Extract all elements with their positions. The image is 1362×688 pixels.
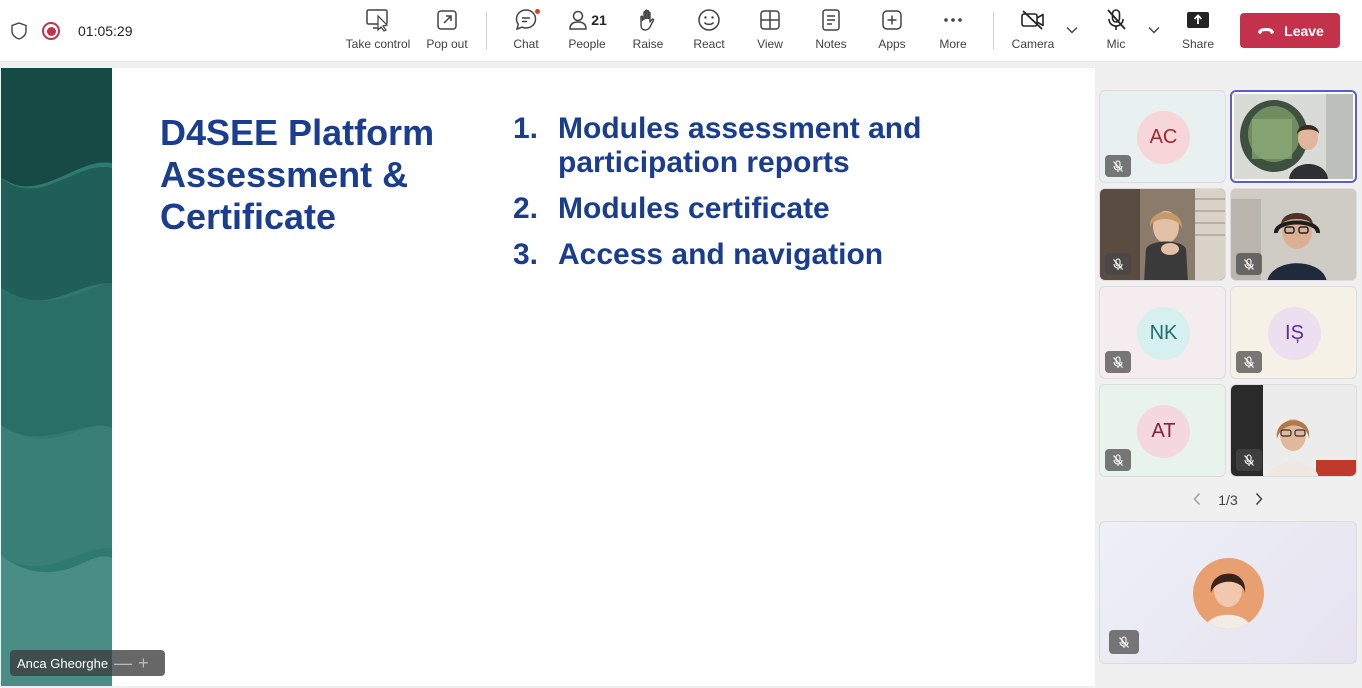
notes-button[interactable]: Notes	[798, 6, 864, 56]
self-view-tile[interactable]	[1099, 521, 1357, 664]
slide-agenda-list: 1. Modules assessment and participation …	[513, 112, 938, 284]
more-icon	[942, 6, 964, 34]
mic-off-icon	[1236, 351, 1262, 373]
gallery-pagination: 1/3	[1192, 490, 1264, 510]
pop-out-icon	[436, 6, 458, 34]
avatar: NK	[1137, 307, 1190, 360]
apps-button[interactable]: Apps	[859, 6, 925, 56]
participant-tile-active-speaker[interactable]	[1230, 90, 1357, 183]
camera-button[interactable]: Camera	[1000, 6, 1066, 56]
add-app-icon	[881, 6, 903, 34]
meeting-timer: 01:05:29	[78, 23, 133, 39]
people-icon	[569, 10, 587, 30]
share-icon	[1186, 6, 1210, 34]
avatar: AC	[1137, 111, 1190, 164]
avatar: AT	[1137, 405, 1190, 458]
meeting-status: 01:05:29	[10, 18, 133, 44]
slide-list-item: 3. Access and navigation	[513, 238, 884, 271]
mic-off-icon	[1105, 253, 1131, 275]
mic-button[interactable]: Mic	[1083, 6, 1149, 56]
participant-video	[1234, 94, 1353, 179]
mic-off-icon	[1105, 155, 1131, 177]
toolbar-divider	[993, 12, 994, 50]
people-count: 21	[591, 12, 607, 28]
slide-title-line: Certificate	[160, 196, 337, 237]
mic-off-icon	[1105, 351, 1131, 373]
mic-off-icon	[1105, 6, 1127, 34]
people-icon-wrap: 21	[567, 6, 607, 34]
mic-off-icon	[1236, 449, 1262, 471]
more-button[interactable]: More	[920, 6, 986, 56]
chat-button[interactable]: Chat	[493, 6, 559, 56]
slide-title: D4SEE Platform Assessment & Certificate	[160, 112, 434, 238]
people-button[interactable]: 21 People	[554, 6, 620, 56]
shared-content-stage: D4SEE Platform Assessment & Certificate …	[1, 68, 1095, 686]
camera-options-chevron-icon[interactable]	[1064, 22, 1080, 38]
mic-off-icon	[1109, 630, 1139, 654]
zoom-out-button[interactable]: —	[114, 653, 132, 674]
share-button[interactable]: Share	[1165, 6, 1231, 56]
mic-off-icon	[1105, 449, 1131, 471]
chevron-left-icon[interactable]	[1192, 492, 1202, 509]
toolbar-divider	[486, 12, 487, 50]
mic-off-icon	[1236, 253, 1262, 275]
slide-decorative-band	[1, 68, 112, 686]
grid-icon	[759, 6, 781, 34]
participant-tile[interactable]: NK	[1099, 286, 1226, 379]
take-control-button[interactable]: Take control	[345, 6, 411, 56]
avatar: IȘ	[1268, 307, 1321, 360]
mic-options-chevron-icon[interactable]	[1146, 22, 1162, 38]
chat-unread-badge	[534, 8, 541, 15]
chevron-right-icon[interactable]	[1254, 492, 1264, 509]
notes-icon	[821, 6, 841, 34]
slide-list-item: 1. Modules assessment and participation …	[513, 112, 922, 179]
participant-tile[interactable]: AT	[1099, 384, 1226, 477]
react-button[interactable]: React	[676, 6, 742, 56]
chat-icon	[514, 6, 541, 34]
zoom-in-button[interactable]: +	[138, 653, 149, 674]
meeting-toolbar: 01:05:29 Take control Pop out Chat 21 Pe…	[0, 0, 1362, 62]
recording-icon	[42, 22, 60, 40]
self-avatar	[1193, 558, 1264, 629]
page-indicator: 1/3	[1218, 492, 1238, 508]
raise-hand-button[interactable]: Raise	[615, 6, 681, 56]
presenter-name-tag: Anca Gheorghe — +	[10, 650, 165, 676]
participant-tile[interactable]	[1099, 188, 1226, 281]
smiley-icon	[697, 6, 721, 34]
take-control-icon	[365, 6, 391, 34]
shield-icon[interactable]	[10, 21, 28, 41]
leave-button[interactable]: Leave	[1240, 13, 1340, 48]
view-button[interactable]: View	[737, 6, 803, 56]
participant-tile[interactable]	[1230, 384, 1357, 477]
pop-out-button[interactable]: Pop out	[414, 6, 480, 56]
participant-tile[interactable]: IȘ	[1230, 286, 1357, 379]
slide-list-item: 2. Modules certificate	[513, 192, 830, 225]
slide-title-line: Assessment &	[160, 154, 409, 195]
participant-tile[interactable]: AC	[1099, 90, 1226, 183]
presenter-name: Anca Gheorghe	[17, 655, 109, 671]
slide-title-line: D4SEE Platform	[160, 112, 435, 153]
hang-up-icon	[1258, 27, 1275, 34]
raise-hand-icon	[637, 6, 659, 34]
camera-off-icon	[1020, 6, 1046, 34]
participant-tile[interactable]	[1230, 188, 1357, 281]
